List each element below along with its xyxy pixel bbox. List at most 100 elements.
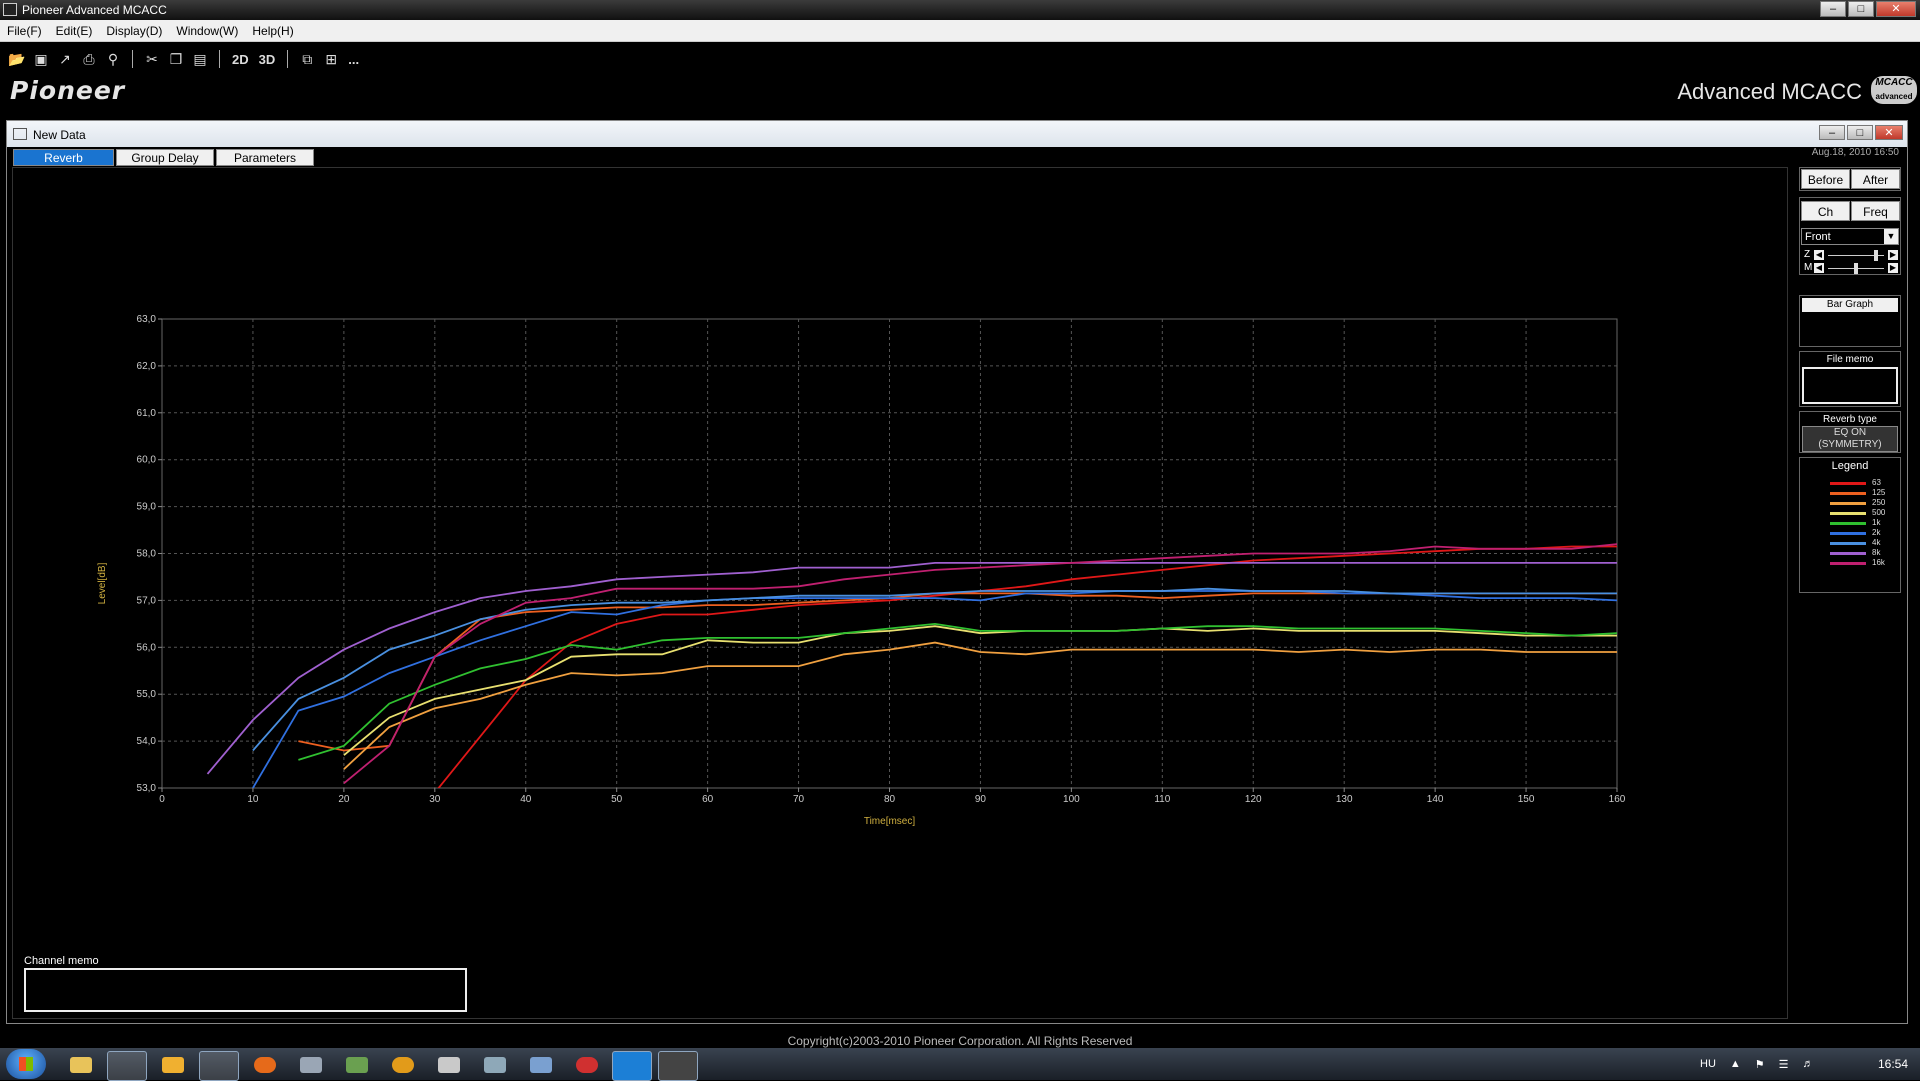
cascade-windows-icon[interactable]: ⧉ xyxy=(298,51,316,68)
x-tick-label: 30 xyxy=(429,794,441,805)
slider-z[interactable]: Z ◀ ▶ xyxy=(1804,249,1898,262)
info-icon[interactable] xyxy=(392,1057,414,1073)
minimize-button[interactable]: – xyxy=(1820,1,1846,17)
x-tick-label: 150 xyxy=(1518,794,1535,805)
data-window-close-button[interactable]: ✕ xyxy=(1875,125,1903,140)
y-tick-label: 59,0 xyxy=(137,502,157,513)
program-icon[interactable] xyxy=(346,1057,368,1073)
mcacc-taskbar-icon[interactable] xyxy=(658,1051,698,1081)
archive-icon[interactable] xyxy=(438,1057,460,1073)
y-tick-label: 54,0 xyxy=(137,736,157,747)
x-tick-label: 50 xyxy=(611,794,623,805)
slider-m-left-arrow-icon[interactable]: ◀ xyxy=(1814,263,1824,273)
legend-label: 4k xyxy=(1872,538,1881,547)
tab-reverb[interactable]: Reverb xyxy=(13,149,114,166)
slider-z-thumb[interactable] xyxy=(1873,250,1878,261)
slider-z-right-arrow-icon[interactable]: ▶ xyxy=(1888,250,1898,260)
windows-icon[interactable] xyxy=(530,1057,552,1073)
data-window-titlebar: New Data – □ ✕ xyxy=(7,121,1907,147)
explorer-icon[interactable] xyxy=(70,1057,92,1073)
legend-swatch xyxy=(1830,482,1866,485)
y-tick-label: 57,0 xyxy=(137,595,157,606)
tab-group-delay[interactable]: Group Delay xyxy=(116,149,214,166)
print-icon[interactable]: ⎙ xyxy=(80,51,98,68)
bar-graph-group: Bar Graph xyxy=(1799,295,1901,347)
tile-windows-icon[interactable]: ⊞ xyxy=(322,51,340,68)
reverb-type-value-line2: (SYMMETRY) xyxy=(1818,439,1882,450)
view-3d-button[interactable]: 3D xyxy=(257,52,278,67)
slider-z-label: Z xyxy=(1804,249,1811,260)
data-window-minimize-button[interactable]: – xyxy=(1819,125,1845,140)
menu-window[interactable]: Window(W) xyxy=(169,24,245,38)
more-button[interactable]: ... xyxy=(346,52,361,67)
ch-button[interactable]: Ch xyxy=(1801,201,1850,221)
copy-icon[interactable]: ❐ xyxy=(167,51,185,68)
menu-file[interactable]: File(F) xyxy=(0,24,49,38)
network-tray-icon[interactable]: ☰ xyxy=(1779,1058,1789,1071)
volume-icon[interactable]: ♬ xyxy=(1803,1058,1814,1070)
reverb-type-value: EQ ON (SYMMETRY) xyxy=(1802,426,1898,452)
legend-swatch xyxy=(1830,542,1866,545)
before-after-group: Before After xyxy=(1799,167,1901,191)
graph-icon[interactable]: ↗ xyxy=(56,51,74,68)
network-icon[interactable] xyxy=(484,1057,506,1073)
legend-label: 500 xyxy=(1872,508,1886,517)
menu-edit[interactable]: Edit(E) xyxy=(49,24,100,38)
start-button[interactable] xyxy=(6,1049,46,1079)
taskbar xyxy=(0,1048,1920,1080)
chevron-down-icon[interactable]: ▼ xyxy=(1884,229,1898,244)
slider-z-left-arrow-icon[interactable]: ◀ xyxy=(1814,250,1824,260)
data-window-title: New Data xyxy=(33,128,86,142)
close-button[interactable]: ✕ xyxy=(1876,1,1916,17)
file-memo-box[interactable] xyxy=(1802,367,1898,404)
x-tick-label: 120 xyxy=(1245,794,1262,805)
clock[interactable]: 16:54 xyxy=(1878,1057,1908,1071)
freq-button[interactable]: Freq xyxy=(1851,201,1900,221)
cut-icon[interactable]: ✂ xyxy=(143,51,161,68)
action-center-icon[interactable]: ⚑ xyxy=(1755,1058,1765,1071)
data-window-controls: – □ ✕ xyxy=(1819,125,1903,140)
menu-help[interactable]: Help(H) xyxy=(245,24,300,38)
slider-m-right-arrow-icon[interactable]: ▶ xyxy=(1888,263,1898,273)
legend-swatch xyxy=(1830,492,1866,495)
maximize-button[interactable]: □ xyxy=(1848,1,1874,17)
print-preview-icon[interactable]: ⚲ xyxy=(104,51,122,68)
taskbar-app-1[interactable] xyxy=(107,1051,147,1081)
bar-graph-button[interactable]: Bar Graph xyxy=(1802,298,1898,312)
menu-bar: File(F) Edit(E) Display(D) Window(W) Hel… xyxy=(0,20,1920,42)
app-red-icon[interactable] xyxy=(576,1057,598,1073)
media-player-icon[interactable] xyxy=(162,1057,184,1073)
slider-m-thumb[interactable] xyxy=(1854,263,1858,274)
slider-m[interactable]: M ◀ ▶ xyxy=(1804,262,1898,275)
legend-label: 250 xyxy=(1872,498,1886,507)
x-tick-label: 60 xyxy=(702,794,714,805)
menu-display[interactable]: Display(D) xyxy=(99,24,169,38)
legend-item: 250 xyxy=(1830,498,1898,508)
after-button[interactable]: After xyxy=(1851,169,1900,189)
view-2d-button[interactable]: 2D xyxy=(230,52,251,67)
tool-icon[interactable] xyxy=(300,1057,322,1073)
save-icon[interactable]: ▣ xyxy=(32,51,50,68)
channel-select[interactable]: Front ▼ xyxy=(1801,228,1899,245)
tab-parameters[interactable]: Parameters xyxy=(216,149,314,166)
y-axis-label: Level[dB] xyxy=(97,562,108,604)
channel-memo-box[interactable] xyxy=(24,968,467,1012)
skype-icon[interactable] xyxy=(612,1051,652,1081)
before-button[interactable]: Before xyxy=(1801,169,1850,189)
language-indicator[interactable]: HU xyxy=(1700,1058,1716,1070)
tray-expand-icon[interactable]: ▲ xyxy=(1730,1058,1741,1070)
x-tick-label: 90 xyxy=(975,794,987,805)
legend-item: 500 xyxy=(1830,508,1898,518)
x-tick-label: 160 xyxy=(1609,794,1626,805)
system-tray: HU ▲ ⚑ ☰ ♬ xyxy=(1700,1048,1814,1080)
firefox-icon[interactable] xyxy=(254,1057,276,1073)
chart-area: 0 10 20 30 40 50 60 70 80 90 100 110 120 130 140 150 160… xyxy=(12,167,1788,1019)
taskbar-app-2[interactable] xyxy=(199,1051,239,1081)
pioneer-logo: Pioneer xyxy=(10,76,126,105)
paste-icon[interactable]: ▤ xyxy=(191,51,209,68)
x-tick-label: 10 xyxy=(247,794,259,805)
open-icon[interactable]: 📂 xyxy=(8,51,26,68)
legend-label: 63 xyxy=(1872,478,1881,487)
data-window-maximize-button[interactable]: □ xyxy=(1847,125,1873,140)
windows-logo-icon xyxy=(19,1057,33,1071)
